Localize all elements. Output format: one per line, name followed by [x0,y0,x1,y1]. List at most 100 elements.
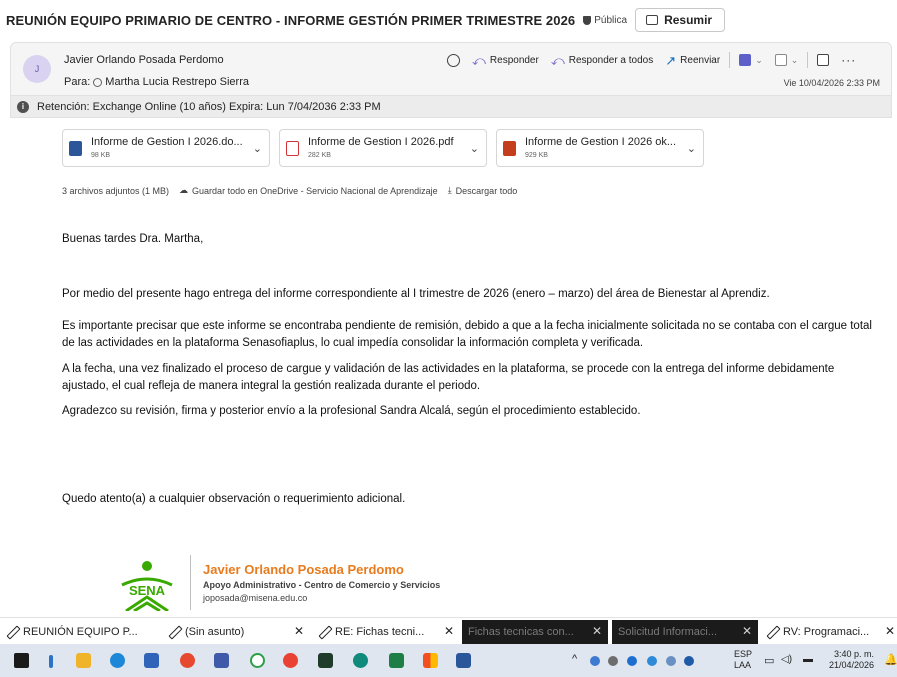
battery-icon[interactable]: ▬ [803,654,813,665]
chevron-up-icon[interactable]: ^ [572,653,577,665]
whatsapp-icon[interactable] [250,653,265,668]
tray-app-icon[interactable] [647,656,657,666]
apps-button[interactable]: ⌄ [772,52,802,68]
attachment-card[interactable]: Informe de Gestion I 2026.do... 98 KB ⌄ [62,129,270,167]
save-onedrive-link[interactable]: ☁ Guardar todo en OneDrive - Servicio Na… [179,185,438,196]
attachments-list: Informe de Gestion I 2026.do... 98 KB ⌄ … [62,129,704,167]
attachment-card[interactable]: Informe de Gestion I 2026.pdf 282 KB ⌄ [279,129,487,167]
pencil-icon [168,626,180,638]
attachments-summary: 3 archivos adjuntos (1 MB) ☁ Guardar tod… [62,185,517,196]
chevron-down-icon: ⌄ [790,54,799,65]
apps-icon [774,54,787,66]
draft-tab-label: RV: Programaci... [783,626,870,638]
volume-icon[interactable]: ◁) [781,654,792,665]
more-actions-button[interactable]: ··· [838,51,859,69]
body-paragraph: Agradezco su revisión, firma y posterior… [62,405,641,417]
draft-tab[interactable]: REUNIÓN EQUIPO P... [0,620,158,644]
body-paragraph: A la fecha, una vez finalizado el proces… [62,363,835,392]
clock-time: 3:40 p. m. [834,649,875,659]
word-icon[interactable] [456,653,471,668]
tray-app-icon[interactable] [590,656,600,666]
chevron-down-icon[interactable]: ⌄ [253,142,262,155]
firefox-icon[interactable] [180,653,195,668]
draft-tab[interactable]: RV: Programaci... ✕ [760,620,897,644]
chrome-icon[interactable] [283,653,298,668]
immersive-reader-button[interactable] [814,52,832,68]
pencil-icon [318,626,330,638]
reply-button[interactable]: ⤺ Responder [469,52,542,69]
tray-app-icon[interactable] [627,656,637,666]
chrome-profile-icon[interactable] [353,653,368,668]
clock[interactable]: 3:40 p. m. 21/04/2026 [829,649,874,671]
tray-app-icon[interactable] [666,656,676,666]
clock-date: 21/04/2026 [829,660,875,670]
widget-icon[interactable] [49,655,53,668]
signature-email[interactable]: joposada@misena.edu.co [203,593,307,603]
summarize-label: Resumir [664,13,713,27]
reply-icon: ⤺ [472,52,486,68]
signature-name: Javier Orlando Posada Perdomo [203,562,404,577]
forward-button[interactable]: ↗ Reenviar [662,52,723,69]
microsoft-icon[interactable] [423,653,438,668]
word-icon [69,141,82,156]
download-all-link[interactable]: ⤓ Descargar todo [448,185,518,196]
close-icon[interactable]: ✕ [444,624,454,638]
visibility-badge: Pública [583,15,627,26]
file-explorer-icon[interactable] [76,653,91,668]
sent-date: Vie 10/04/2026 2:33 PM [783,78,880,88]
close-icon[interactable]: ✕ [885,624,895,638]
download-all-label: Descargar todo [455,185,518,196]
draft-tab[interactable]: Fichas tecnicas con... ✕ [462,620,608,644]
pdf-icon [286,141,299,156]
react-button[interactable] [444,52,463,69]
close-icon[interactable]: ✕ [592,624,602,638]
body-paragraph: Es importante precisar que este informe … [62,320,872,349]
attachment-name: Informe de Gestion I 2026.do... [91,136,243,148]
attachment-card[interactable]: Informe de Gestion I 2026 ok... 929 KB ⌄ [496,129,704,167]
language-indicator[interactable]: ESP LAA [734,649,752,671]
summarize-button[interactable]: Resumir [635,8,726,32]
draft-tab-label: RE: Fichas tecni... [335,626,425,638]
outlook-reading-pane: REUNIÓN EQUIPO PRIMARIO DE CENTRO - INFO… [0,0,897,677]
visibility-label: Pública [594,14,628,26]
app-icon[interactable] [214,653,229,668]
draft-tab-label: REUNIÓN EQUIPO P... [23,626,138,638]
open-items-bar: REUNIÓN EQUIPO P... (Sin asunto) ✕ RE: F… [0,617,897,644]
toolbar-divider [807,52,809,68]
avatar[interactable]: J [23,55,51,83]
windows-taskbar: ^ ESP LAA ▭ ◁) ▬ 3:40 p. m. 21/04/2026 🔔 [0,644,897,677]
teams-share-button[interactable]: ⌄ [736,52,766,68]
sender-name[interactable]: Javier Orlando Posada Perdomo [64,54,224,66]
edge-icon[interactable] [110,653,125,668]
sticky-notes-icon[interactable] [318,653,333,668]
tray-app-icon[interactable] [608,656,618,666]
attachment-size: 282 KB [308,152,331,159]
forward-label: Reenviar [680,54,721,66]
close-icon[interactable]: ✕ [742,624,752,638]
notification-bell-icon[interactable]: 🔔 [884,653,897,666]
draft-tab[interactable]: Solicitud Informaci... ✕ [612,620,758,644]
task-view-icon[interactable] [14,653,29,668]
forward-icon: ↗ [665,52,677,68]
close-icon[interactable]: ✕ [294,624,304,638]
download-icon: ⤓ [447,185,452,195]
draft-tab-label: Solicitud Informaci... [618,626,718,638]
grid-icon [817,54,830,66]
shield-icon [583,15,592,25]
body-greeting: Buenas tardes Dra. Martha, [62,233,204,245]
recipient-name[interactable]: Martha Lucia Restrepo Sierra [105,76,249,88]
tray-app-icon[interactable] [684,656,694,666]
reply-all-button[interactable]: ⤺ Responder a todos [548,52,656,69]
subject-bar: REUNIÓN EQUIPO PRIMARIO DE CENTRO - INFO… [0,4,897,36]
chevron-down-icon[interactable]: ⌄ [470,142,479,155]
language-code: ESP [734,649,753,659]
keyboard-layout: LAA [734,660,752,670]
body-closing: Quedo atento(a) a cualquier observación … [62,493,406,505]
draft-tab[interactable]: (Sin asunto) ✕ [162,620,310,644]
toolbar-divider [729,52,731,68]
store-icon[interactable] [144,653,159,668]
chevron-down-icon[interactable]: ⌄ [687,142,696,155]
excel-icon[interactable] [389,653,404,668]
network-icon[interactable]: ▭ [764,654,774,667]
draft-tab[interactable]: RE: Fichas tecni... ✕ [312,620,460,644]
